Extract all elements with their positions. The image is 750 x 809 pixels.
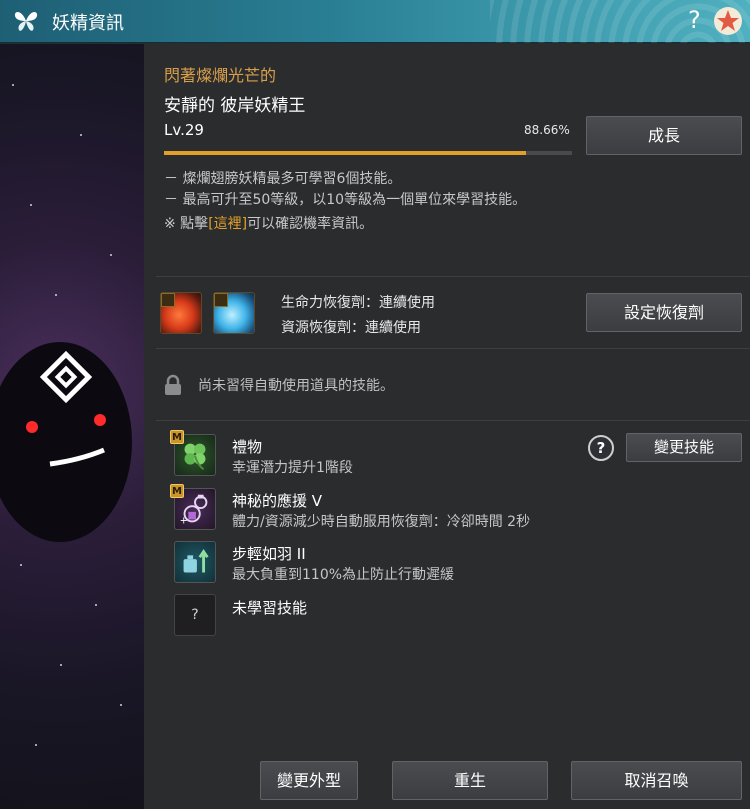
- butterfly-icon: [14, 11, 38, 31]
- skill-name: 禮物: [232, 438, 263, 456]
- grow-button[interactable]: 成長: [586, 116, 742, 155]
- info-line-skill-count: － 燦爛翅膀妖精最多可學習6個技能。: [164, 171, 402, 187]
- skill-desc: 體力/資源減少時自動服用恢復劑：冷卻時間 2秒: [232, 514, 531, 530]
- title-bar-decoration: [490, 0, 750, 43]
- lock-icon: [165, 374, 181, 395]
- help-icon[interactable]: ?: [688, 6, 701, 34]
- divider: [156, 348, 750, 349]
- hp-potion-setting: 生命力恢復劑：連續使用: [281, 295, 435, 311]
- skill-name: 神秘的應援 V: [232, 492, 323, 510]
- fairy-title: 閃著燦爛光芒的: [164, 66, 277, 85]
- unsummon-button[interactable]: 取消召喚: [571, 761, 742, 800]
- exp-progress-fill: [164, 151, 526, 155]
- fairy-name: 安靜的 彼岸妖精王: [164, 96, 306, 116]
- crown-badge: [214, 293, 228, 307]
- skill-desc: 最大負重到110%為止防止行動遲緩: [232, 567, 455, 583]
- rebirth-button[interactable]: 重生: [392, 761, 548, 800]
- fairy-level: Lv.29: [164, 121, 204, 139]
- fairy-portrait: [0, 44, 144, 809]
- main-panel: [144, 44, 750, 809]
- svg-text:+: +: [180, 515, 188, 526]
- mastery-badge: M: [170, 484, 184, 498]
- change-look-button[interactable]: 變更外型: [260, 761, 358, 800]
- unknown-glyph: ?: [191, 607, 199, 623]
- weight-icon: [174, 541, 216, 583]
- set-potion-button[interactable]: 設定恢復劑: [586, 293, 742, 332]
- blue-potion-icon: [213, 292, 255, 334]
- window-title: 妖精資訊: [52, 13, 124, 34]
- divider: [156, 420, 750, 421]
- exp-percent: 88.66%: [524, 123, 570, 137]
- crown-badge: [161, 293, 175, 307]
- probability-link[interactable]: [這裡]: [208, 216, 247, 232]
- exp-progress-bar: [164, 151, 572, 155]
- skill-help-button[interactable]: ?: [588, 435, 614, 461]
- info-suffix: 可以確認機率資訊。: [247, 216, 374, 232]
- change-skill-button[interactable]: 變更技能: [626, 433, 742, 462]
- skill-desc: 幸運潛力提升1階段: [232, 460, 353, 476]
- auto-item-status: 尚未習得自動使用道具的技能。: [198, 378, 394, 394]
- red-potion-icon: [160, 292, 202, 334]
- mp-potion-setting: 資源恢復劑：連續使用: [281, 320, 421, 336]
- dark-spirit-creature: [0, 342, 132, 542]
- skill-name: 步輕如羽 II: [232, 545, 306, 563]
- unknown-icon: ?: [174, 594, 216, 636]
- mastery-badge: M: [170, 430, 184, 444]
- info-prefix: ※ 點擊: [164, 216, 209, 232]
- title-bar: 妖精資訊 ?: [0, 0, 750, 43]
- favorite-star-icon[interactable]: [713, 6, 743, 36]
- info-line-max-level: － 最高可升至50等級，以10等級為一個單位來學習技能。: [164, 192, 527, 208]
- skill-name: 未學習技能: [232, 599, 308, 617]
- divider: [156, 276, 750, 277]
- info-line-probability: ※ 點擊[這裡]可以確認機率資訊。: [164, 213, 373, 233]
